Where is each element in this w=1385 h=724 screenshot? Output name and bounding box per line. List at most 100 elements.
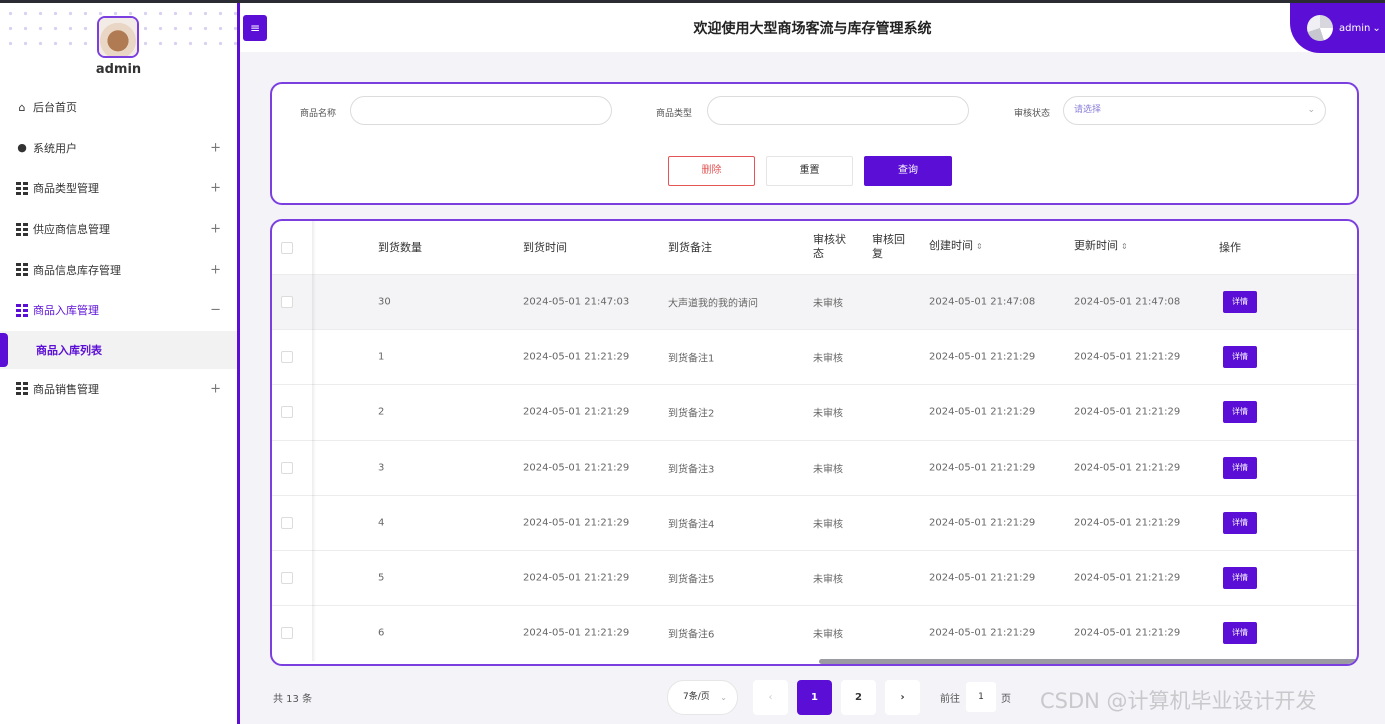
detail-button[interactable]: 详情 xyxy=(1223,401,1257,424)
cell-created: 2024-05-01 21:21:29 xyxy=(929,627,1036,639)
cell-updated: 2024-05-01 21:21:29 xyxy=(1074,351,1181,363)
detail-button[interactable]: 详情 xyxy=(1223,291,1257,313)
user-menu[interactable]: admin ⌄ xyxy=(1290,3,1385,53)
sidebar-subitem-stock-in-list[interactable]: 商品入库列表 xyxy=(0,330,237,369)
sidebar-item-stock-in[interactable]: 商品入库管理 − xyxy=(0,290,237,331)
page-title: 欢迎使用大型商场客流与库存管理系统 xyxy=(693,21,932,37)
header-status-line1: 审核状 xyxy=(813,233,846,246)
chevron-down-icon: ⌄ xyxy=(1372,22,1381,34)
header-ops: 操作 xyxy=(1219,241,1241,254)
row-checkbox[interactable] xyxy=(281,572,293,584)
cell-remark: 到货备注5 xyxy=(668,574,715,586)
delete-button[interactable]: 删除 xyxy=(668,156,755,186)
goto-suffix: 页 xyxy=(1001,694,1011,705)
horizontal-scrollbar[interactable] xyxy=(819,659,1357,664)
cell-remark: 到货备注2 xyxy=(668,408,715,420)
total-count: 共 13 条 xyxy=(273,694,313,705)
table-row[interactable]: 30 2024-05-01 21:47:03 大声道我的我的请问 未审核 2024-05… xyxy=(272,274,1357,329)
cell-time: 2024-05-01 21:21:29 xyxy=(523,462,630,474)
chevron-down-icon: ⌄ xyxy=(720,693,727,702)
cell-time: 2024-05-01 21:47:03 xyxy=(523,296,630,308)
cell-status: 未审核 xyxy=(813,408,843,420)
product-type-input[interactable] xyxy=(707,96,969,125)
cell-qty: 6 xyxy=(378,627,385,639)
grid-icon xyxy=(16,181,28,195)
row-checkbox[interactable] xyxy=(281,351,293,364)
page-size-value: 7条/页 xyxy=(683,692,710,702)
sidebar-item-supplier[interactable]: 供应商信息管理 + xyxy=(0,209,237,250)
product-name-label: 商品名称 xyxy=(300,109,337,119)
row-checkbox[interactable] xyxy=(281,627,293,640)
sidebar-item-label: 商品销售管理 xyxy=(33,382,99,396)
cell-qty: 4 xyxy=(378,517,385,529)
sidebar-item-label: 系统用户 xyxy=(33,141,77,155)
header-updated[interactable]: 更新时间 ⇕ xyxy=(1074,239,1128,254)
page-1-button[interactable]: 1 xyxy=(797,680,832,715)
sidebar-item-inventory[interactable]: 商品信息库存管理 + xyxy=(0,249,237,290)
data-table: 到货数量 到货时间 到货备注 审核状 态 审核回 复 创建时间 ⇕ 更新时间 ⇕ 操… xyxy=(270,219,1359,666)
cell-updated: 2024-05-01 21:21:29 xyxy=(1074,462,1181,474)
sort-icon[interactable]: ⇕ xyxy=(976,242,983,251)
cell-status: 未审核 xyxy=(813,298,843,310)
header-reply-line1: 审核回 xyxy=(872,233,905,246)
row-checkbox[interactable] xyxy=(281,296,293,308)
next-page-button[interactable]: › xyxy=(885,680,920,715)
avatar[interactable] xyxy=(97,16,139,58)
sort-icon[interactable]: ⇕ xyxy=(1121,242,1128,251)
expand-icon: + xyxy=(210,180,221,196)
reset-button[interactable]: 重置 xyxy=(766,156,853,186)
table-row[interactable]: 2 2024-05-01 21:21:29 到货备注2 未审核 2024-05-01 2… xyxy=(272,384,1357,439)
audit-status-placeholder: 请选择 xyxy=(1074,105,1102,115)
cell-updated: 2024-05-01 21:21:29 xyxy=(1074,627,1181,639)
sidebar-item-product-type[interactable]: 商品类型管理 + xyxy=(0,168,237,209)
audit-status-select[interactable]: 请选择 ⌄ xyxy=(1063,96,1326,125)
table-row[interactable]: 3 2024-05-01 21:21:29 到货备注3 未审核 2024-05-01 2… xyxy=(272,439,1357,495)
row-checkbox[interactable] xyxy=(281,406,293,419)
user-icon: ● xyxy=(17,141,27,155)
grid-icon xyxy=(16,303,28,317)
cell-created: 2024-05-01 21:21:29 xyxy=(929,406,1036,418)
cell-time: 2024-05-01 21:21:29 xyxy=(523,351,630,363)
detail-button[interactable]: 详情 xyxy=(1223,456,1257,479)
page-size-select[interactable]: 7条/页 ⌄ xyxy=(667,680,738,715)
detail-button[interactable]: 详情 xyxy=(1223,346,1257,369)
cell-status: 未审核 xyxy=(813,464,843,476)
sidebar-item-system-users[interactable]: ● 系统用户 + xyxy=(0,128,237,169)
header-qty: 到货数量 xyxy=(378,241,422,254)
header-remark: 到货备注 xyxy=(668,241,712,254)
header-created-label: 创建时间 xyxy=(929,239,973,252)
sidebar-item-sales[interactable]: 商品销售管理 + xyxy=(0,369,237,410)
sidebar-border xyxy=(237,3,240,724)
table-row[interactable]: 6 2024-05-01 21:21:29 到货备注6 未审核 2024-05-01 2… xyxy=(272,605,1357,660)
table-row[interactable]: 1 2024-05-01 21:21:29 到货备注1 未审核 2024-05-01 2… xyxy=(272,329,1357,384)
sidebar: admin ⌂ 后台首页 ● 系统用户 + 商品类型管理 + 供应商信息管理 +… xyxy=(0,3,237,724)
cell-status: 未审核 xyxy=(813,519,843,531)
query-button[interactable]: 查询 xyxy=(864,156,952,186)
audit-status-label: 审核状态 xyxy=(1014,109,1051,119)
header-status: 审核状 态 xyxy=(813,233,846,261)
select-all-checkbox[interactable] xyxy=(281,242,293,254)
sidebar-item-home[interactable]: ⌂ 后台首页 xyxy=(0,87,237,128)
cell-created: 2024-05-01 21:21:29 xyxy=(929,462,1036,474)
detail-button[interactable]: 详情 xyxy=(1223,567,1257,589)
cell-updated: 2024-05-01 21:47:08 xyxy=(1074,296,1181,308)
product-name-input[interactable] xyxy=(350,96,612,125)
detail-button[interactable]: 详情 xyxy=(1223,511,1257,534)
row-checkbox[interactable] xyxy=(281,516,293,529)
detail-button[interactable]: 详情 xyxy=(1223,622,1257,645)
sidebar-item-label: 后台首页 xyxy=(33,101,77,115)
sidebar-menu: ⌂ 后台首页 ● 系统用户 + 商品类型管理 + 供应商信息管理 + 商品信息库… xyxy=(0,87,237,409)
cell-qty: 2 xyxy=(378,406,385,418)
table-row[interactable]: 4 2024-05-01 21:21:29 到货备注4 未审核 2024-05-01 2… xyxy=(272,494,1357,550)
sidebar-item-label: 供应商信息管理 xyxy=(33,223,110,237)
cell-time: 2024-05-01 21:21:29 xyxy=(523,572,630,584)
cell-created: 2024-05-01 21:21:29 xyxy=(929,572,1036,584)
goto-page-input[interactable]: 1 xyxy=(966,682,996,712)
collapse-icon: − xyxy=(210,302,221,318)
goto-prefix: 前往 xyxy=(940,694,960,705)
row-checkbox[interactable] xyxy=(281,461,293,474)
table-row[interactable]: 5 2024-05-01 21:21:29 到货备注5 未审核 2024-05-01 2… xyxy=(272,550,1357,605)
header-created[interactable]: 创建时间 ⇕ xyxy=(929,239,983,254)
page-2-button[interactable]: 2 xyxy=(841,680,876,715)
prev-page-button[interactable]: ‹ xyxy=(753,680,788,715)
